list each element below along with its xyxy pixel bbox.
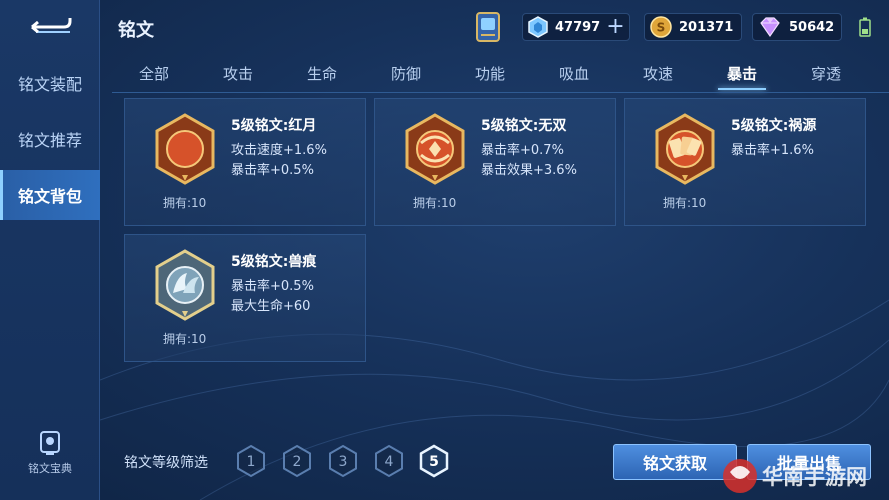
sidebar: 铭文装配 铭文推荐 铭文背包 铭文宝典 [0, 0, 100, 500]
codex-button[interactable]: 铭文宝典 [20, 430, 80, 480]
unrivaled-icon [405, 113, 465, 185]
gem-counter: 50642 [752, 13, 842, 41]
gold-coin-icon: S [650, 16, 672, 38]
level-filter-label: 铭文等级筛选 [124, 455, 208, 471]
inscription-name: 5级铭文:无双 [481, 118, 567, 134]
add-coupon-button[interactable]: + [606, 16, 624, 38]
category-tabs: 全部 攻击 生命 防御 功能 吸血 攻速 暴击 穿透 [112, 56, 889, 92]
inscription-stat: 攻击速度+1.6% [231, 143, 327, 158]
inscription-stat: 暴击率+0.7% [481, 143, 564, 158]
sidebar-item-recommend[interactable]: 铭文推荐 [0, 114, 100, 164]
level-number: 1 [247, 454, 256, 470]
tab-defense[interactable]: 防御 [364, 56, 448, 92]
sidebar-item-label: 铭文推荐 [17, 131, 82, 150]
red-moon-icon [155, 113, 215, 185]
sidebar-item-label: 铭文背包 [17, 187, 82, 206]
owned-count: 拥有:10 [163, 196, 207, 210]
inscription-stat: 暴击率+0.5% [231, 163, 314, 178]
gold-value: 201371 [679, 19, 734, 35]
level-number: 4 [385, 454, 394, 470]
watermark-text: 华南手游网 [762, 465, 867, 489]
sidebar-item-backpack[interactable]: 铭文背包 [0, 170, 100, 220]
top-bar: 铭文 47797 + S 201371 50642 [100, 0, 889, 56]
page-title: 铭文 [118, 20, 154, 41]
inscription-name: 5级铭文:兽痕 [231, 254, 317, 270]
watermark: 华南手游网 [723, 459, 867, 493]
level-number: 3 [339, 454, 348, 470]
svg-text:S: S [657, 21, 666, 35]
codex-icon [40, 431, 60, 455]
tab-all[interactable]: 全部 [112, 56, 196, 92]
level-filter-1[interactable]: 1 [235, 444, 267, 478]
coupon-counter: 47797 + [522, 13, 630, 41]
back-button[interactable] [22, 12, 78, 42]
inscription-stat: 暴击率+1.6% [731, 143, 814, 158]
tab-utility[interactable]: 功能 [448, 56, 532, 92]
button-label: 铭文获取 [642, 454, 707, 473]
inscription-card[interactable]: 5级铭文:祸源 暴击率+1.6% 拥有:10 [624, 98, 866, 226]
inscription-deck-icon[interactable] [472, 10, 504, 44]
owned-count: 拥有:10 [163, 332, 207, 346]
inscription-card[interactable]: 5级铭文:红月 攻击速度+1.6% 暴击率+0.5% 拥有:10 [124, 98, 366, 226]
diamond-coupon-icon [528, 16, 548, 38]
level-filter-2[interactable]: 2 [281, 444, 313, 478]
coupon-value: 47797 [555, 19, 601, 35]
inscription-name: 5级铭文:红月 [231, 118, 317, 134]
level-number: 2 [293, 454, 302, 470]
calamity-icon [655, 113, 715, 185]
inscription-card[interactable]: 5级铭文:无双 暴击率+0.7% 暴击效果+3.6% 拥有:10 [374, 98, 616, 226]
tabs-divider [112, 92, 889, 93]
gold-counter: S 201371 [644, 13, 742, 41]
tab-health[interactable]: 生命 [280, 56, 364, 92]
level-filter-3[interactable]: 3 [327, 444, 359, 478]
beast-mark-icon [155, 249, 215, 321]
tab-attack-speed[interactable]: 攻速 [616, 56, 700, 92]
codex-label: 铭文宝典 [28, 462, 72, 475]
inscription-stat: 暴击率+0.5% [231, 279, 314, 294]
gem-value: 50642 [789, 19, 835, 35]
owned-count: 拥有:10 [663, 196, 707, 210]
tab-critical[interactable]: 暴击 [700, 56, 784, 92]
gem-icon [760, 17, 780, 38]
tab-lifesteal[interactable]: 吸血 [532, 56, 616, 92]
inscription-stat: 最大生命+60 [231, 299, 311, 314]
tab-penetration[interactable]: 穿透 [784, 56, 868, 92]
battery-icon [859, 17, 871, 37]
back-arrow-icon [31, 18, 72, 34]
inscription-name: 5级铭文:祸源 [731, 118, 817, 134]
owned-count: 拥有:10 [413, 196, 457, 210]
inscription-stat: 暴击效果+3.6% [481, 163, 577, 178]
level-filter-4[interactable]: 4 [373, 444, 405, 478]
level-number: 5 [429, 454, 439, 470]
sidebar-item-assemble[interactable]: 铭文装配 [0, 58, 100, 108]
tab-attack[interactable]: 攻击 [196, 56, 280, 92]
level-filter-5[interactable]: 5 [418, 444, 450, 478]
sidebar-item-label: 铭文装配 [17, 75, 82, 94]
inscription-card[interactable]: 5级铭文:兽痕 暴击率+0.5% 最大生命+60 拥有:10 [124, 234, 366, 362]
